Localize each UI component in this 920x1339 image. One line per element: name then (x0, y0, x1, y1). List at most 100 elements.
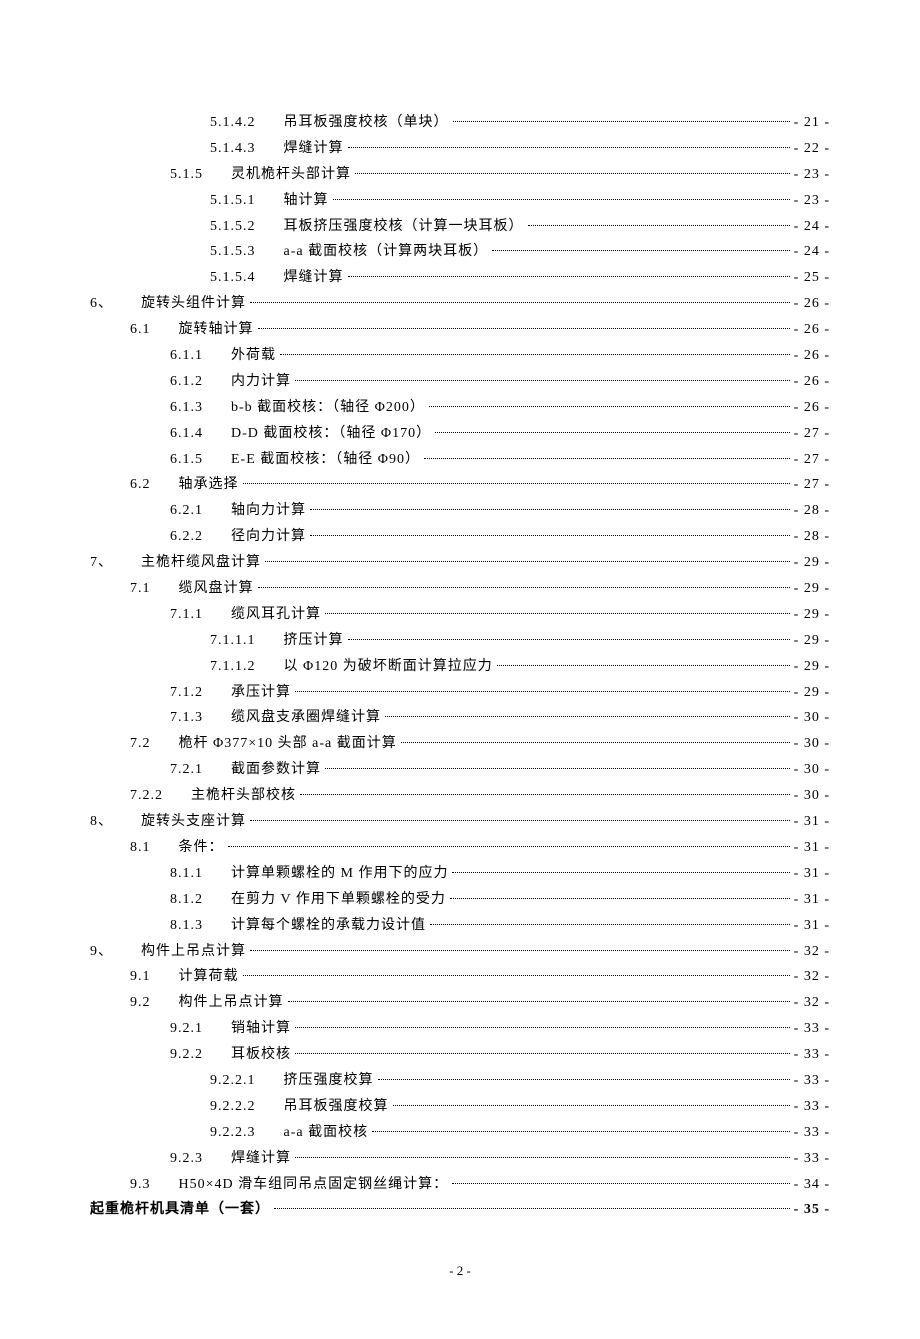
toc-leader (528, 225, 790, 226)
toc-leader (258, 587, 790, 588)
toc-number: 8、 (90, 809, 113, 835)
toc-title: 焊缝计算 (284, 136, 344, 162)
toc-entry: 7、主桅杆缆风盘计算- 29 - (90, 550, 830, 576)
toc-number: 7.2.1 (170, 757, 203, 783)
toc-entry: 6.2.1轴向力计算- 28 - (90, 498, 830, 524)
toc-page: - 31 - (794, 861, 830, 887)
toc-number: 9.2.1 (170, 1016, 203, 1042)
toc-number: 9.2 (130, 990, 151, 1016)
toc-leader (325, 613, 790, 614)
toc-page: - 33 - (794, 1120, 830, 1146)
toc-entry: 6.1.3b-b 截面校核：（轴径 Φ200）- 26 - (90, 395, 830, 421)
toc-number: 6、 (90, 291, 113, 317)
toc-number: 5.1.5.2 (210, 214, 256, 240)
toc-number: 6.1.3 (170, 395, 203, 421)
toc-title: 销轴计算 (231, 1016, 291, 1042)
toc-entry: 8、旋转头支座计算- 31 - (90, 809, 830, 835)
toc-number: 9.2.2.2 (210, 1094, 256, 1120)
toc-number: 9.1 (130, 964, 151, 990)
toc-entry: 5.1.5.4 焊缝计算 - 25 - (90, 265, 830, 291)
toc-leader (453, 121, 790, 122)
toc-title: 计算荷载 (179, 964, 239, 990)
toc-entry: 9、构件上吊点计算- 32 - (90, 939, 830, 965)
toc-title: 耳板挤压强度校核（计算一块耳板） (284, 214, 524, 240)
toc-title: 构件上吊点计算 (179, 990, 284, 1016)
toc-number: 6.1.1 (170, 343, 203, 369)
toc-entry: 9.2.3焊缝计算- 33 - (90, 1146, 830, 1172)
toc-page: - 25 - (794, 265, 830, 291)
toc-leader (378, 1079, 790, 1080)
toc-entry: 6.1.5E-E 截面校核：（轴径 Φ90）- 27 - (90, 447, 830, 473)
toc-page: - 33 - (794, 1042, 830, 1068)
toc-number: 8.1.1 (170, 861, 203, 887)
toc-title: 构件上吊点计算 (141, 939, 246, 965)
toc-title: 径向力计算 (231, 524, 306, 550)
toc-entry: 7.2.2主桅杆头部校核- 30 - (90, 783, 830, 809)
toc-entry: 9.2.2.2吊耳板强度校算- 33 - (90, 1094, 830, 1120)
toc-page: - 31 - (794, 809, 830, 835)
toc-number: 5.1.5.4 (210, 265, 256, 291)
toc-entry: 8.1.3计算每个螺栓的承载力设计值- 31 - (90, 913, 830, 939)
toc-leader (265, 561, 790, 562)
toc-title: 轴承选择 (179, 472, 239, 498)
toc-page: - 24 - (794, 214, 830, 240)
toc-entry: 9.2.2耳板校核- 33 - (90, 1042, 830, 1068)
table-of-contents: 5.1.4.2吊耳板强度校核（单块）- 21 -5.1.4.3焊缝计算- 22 … (90, 110, 830, 1223)
toc-entry: 6、旋转头组件计算- 26 - (90, 291, 830, 317)
toc-number: 9.2.2 (170, 1042, 203, 1068)
toc-title: 桅杆 Φ377×10 头部 a-a 截面计算 (179, 731, 397, 757)
toc-page: - 28 - (794, 524, 830, 550)
toc-number: 7.2 (130, 731, 151, 757)
toc-page: - 30 - (794, 757, 830, 783)
toc-title: a-a 截面校核 (284, 1120, 369, 1146)
toc-page: - 26 - (794, 317, 830, 343)
toc-title: 焊缝计算 (284, 265, 344, 291)
toc-number: 5.1.4.2 (210, 110, 256, 136)
toc-leader (258, 328, 790, 329)
toc-page: - 26 - (794, 395, 830, 421)
toc-entry: 6.2.2径向力计算- 28 - (90, 524, 830, 550)
toc-title: 缆风盘支承圈焊缝计算 (231, 705, 381, 731)
toc-leader (274, 1208, 790, 1209)
toc-title: 外荷载 (231, 343, 276, 369)
toc-number: 6.2.1 (170, 498, 203, 524)
toc-entry: 7.1.2承压计算- 29 - (90, 680, 830, 706)
toc-leader (393, 1105, 790, 1106)
toc-page: - 33 - (794, 1016, 830, 1042)
toc-title: 计算单颗螺栓的 M 作用下的应力 (231, 861, 448, 887)
toc-leader (280, 354, 790, 355)
toc-page: - 23 - (794, 188, 830, 214)
toc-leader (300, 794, 790, 795)
toc-entry: 7.2桅杆 Φ377×10 头部 a-a 截面计算- 30 - (90, 731, 830, 757)
toc-page: - 33 - (794, 1146, 830, 1172)
toc-page: - 26 - (794, 291, 830, 317)
toc-entry: 5.1.4.3焊缝计算- 22 - (90, 136, 830, 162)
toc-title: 吊耳板强度校算 (284, 1094, 389, 1120)
toc-leader (497, 665, 790, 666)
toc-number: 6.1.2 (170, 369, 203, 395)
toc-entry: 5.1.5灵机桅杆头部计算- 23 - (90, 162, 830, 188)
toc-leader (401, 742, 790, 743)
toc-page: - 30 - (794, 783, 830, 809)
toc-leader (243, 483, 790, 484)
toc-entry: 9.2构件上吊点计算- 32 - (90, 990, 830, 1016)
toc-number: 7.1.1.1 (210, 628, 256, 654)
toc-number: 6.1.5 (170, 447, 203, 473)
toc-leader (452, 872, 789, 873)
toc-entry: 7.1.1缆风耳孔计算- 29 - (90, 602, 830, 628)
toc-leader (355, 173, 790, 174)
toc-entry: 9.2.2.1挤压强度校算- 33 - (90, 1068, 830, 1094)
toc-leader (250, 950, 790, 951)
toc-number: 7、 (90, 550, 113, 576)
toc-page: - 35 - (794, 1197, 830, 1223)
toc-leader (250, 820, 790, 821)
toc-leader (372, 1131, 790, 1132)
toc-leader (295, 691, 790, 692)
toc-entry: 5.1.5.1轴计算- 23 - (90, 188, 830, 214)
toc-leader (435, 432, 790, 433)
toc-leader (492, 250, 790, 251)
toc-entry: 9.1计算荷载- 32 - (90, 964, 830, 990)
toc-leader (295, 380, 790, 381)
toc-leader (243, 975, 790, 976)
toc-title: 主桅杆缆风盘计算 (141, 550, 261, 576)
